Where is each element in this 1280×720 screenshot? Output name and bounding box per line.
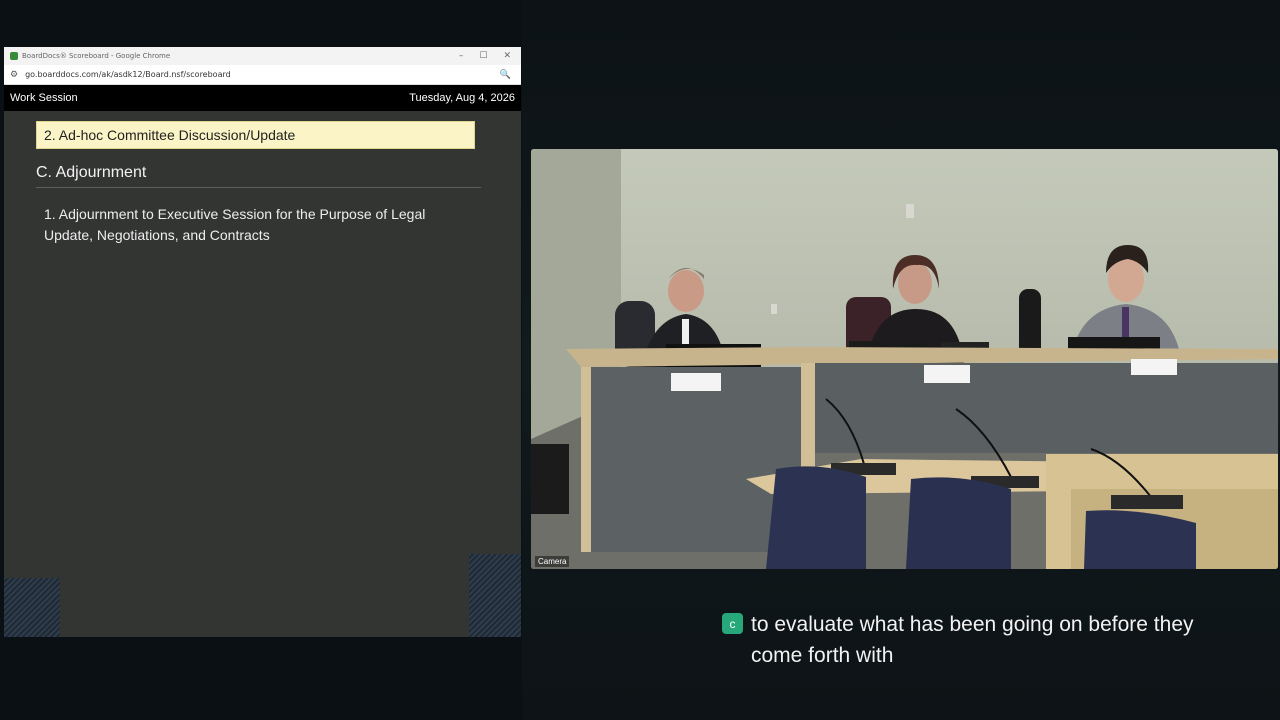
section-title: C. Adjournment	[36, 164, 481, 188]
chair	[1084, 510, 1196, 569]
wall-switch	[906, 204, 914, 218]
decorative-pattern	[469, 554, 521, 637]
meeting-date: Tuesday, Aug 4, 2026	[409, 92, 515, 104]
nameplate	[671, 373, 721, 391]
chair	[906, 477, 1011, 569]
closed-caption: c to evaluate what has been going on bef…	[722, 609, 1242, 671]
browser-titlebar: BoardDocs® Scoreboard - Google Chrome – …	[4, 47, 521, 65]
window-title: BoardDocs® Scoreboard - Google Chrome	[22, 52, 171, 60]
chair	[766, 466, 866, 569]
camera-label: Camera	[535, 556, 570, 567]
nameplate	[1131, 359, 1177, 375]
agenda-panel: 2. Ad-hoc Committee Discussion/Update C.…	[4, 111, 521, 637]
decorative-pattern	[4, 578, 60, 637]
address-bar[interactable]: ⚙ go.boarddocs.com/ak/asdk12/Board.nsf/s…	[4, 65, 521, 85]
site-settings-icon[interactable]: ⚙	[10, 70, 18, 80]
bag	[531, 444, 569, 514]
meeting-type: Work Session	[10, 92, 78, 104]
camera-feed: Camera	[531, 149, 1278, 569]
caption-text: to evaluate what has been going on befor…	[751, 613, 1194, 667]
maximize-icon[interactable]: ☐	[479, 51, 487, 61]
close-icon[interactable]: ✕	[503, 51, 511, 61]
zoom-icon[interactable]: 🔍	[500, 70, 511, 80]
caption-badge-icon: c	[722, 613, 743, 634]
agenda-item: 1. Adjournment to Executive Session for …	[44, 206, 426, 243]
current-agenda-item: 2. Ad-hoc Committee Discussion/Update	[36, 121, 475, 149]
minimize-icon[interactable]: –	[459, 51, 464, 61]
boarddocs-header: Work Session Tuesday, Aug 4, 2026	[4, 85, 521, 111]
microphone-base	[1111, 495, 1183, 509]
url-text[interactable]: go.boarddocs.com/ak/asdk12/Board.nsf/sco…	[25, 70, 500, 79]
wall-outlet	[771, 304, 777, 314]
window-controls: – ☐ ✕	[459, 51, 511, 61]
meeting-room-scene	[531, 149, 1278, 569]
boarddocs-favicon-icon	[10, 52, 18, 60]
dais-panel-right	[811, 363, 1278, 453]
nameplate	[924, 365, 970, 383]
browser-window: BoardDocs® Scoreboard - Google Chrome – …	[4, 47, 521, 637]
